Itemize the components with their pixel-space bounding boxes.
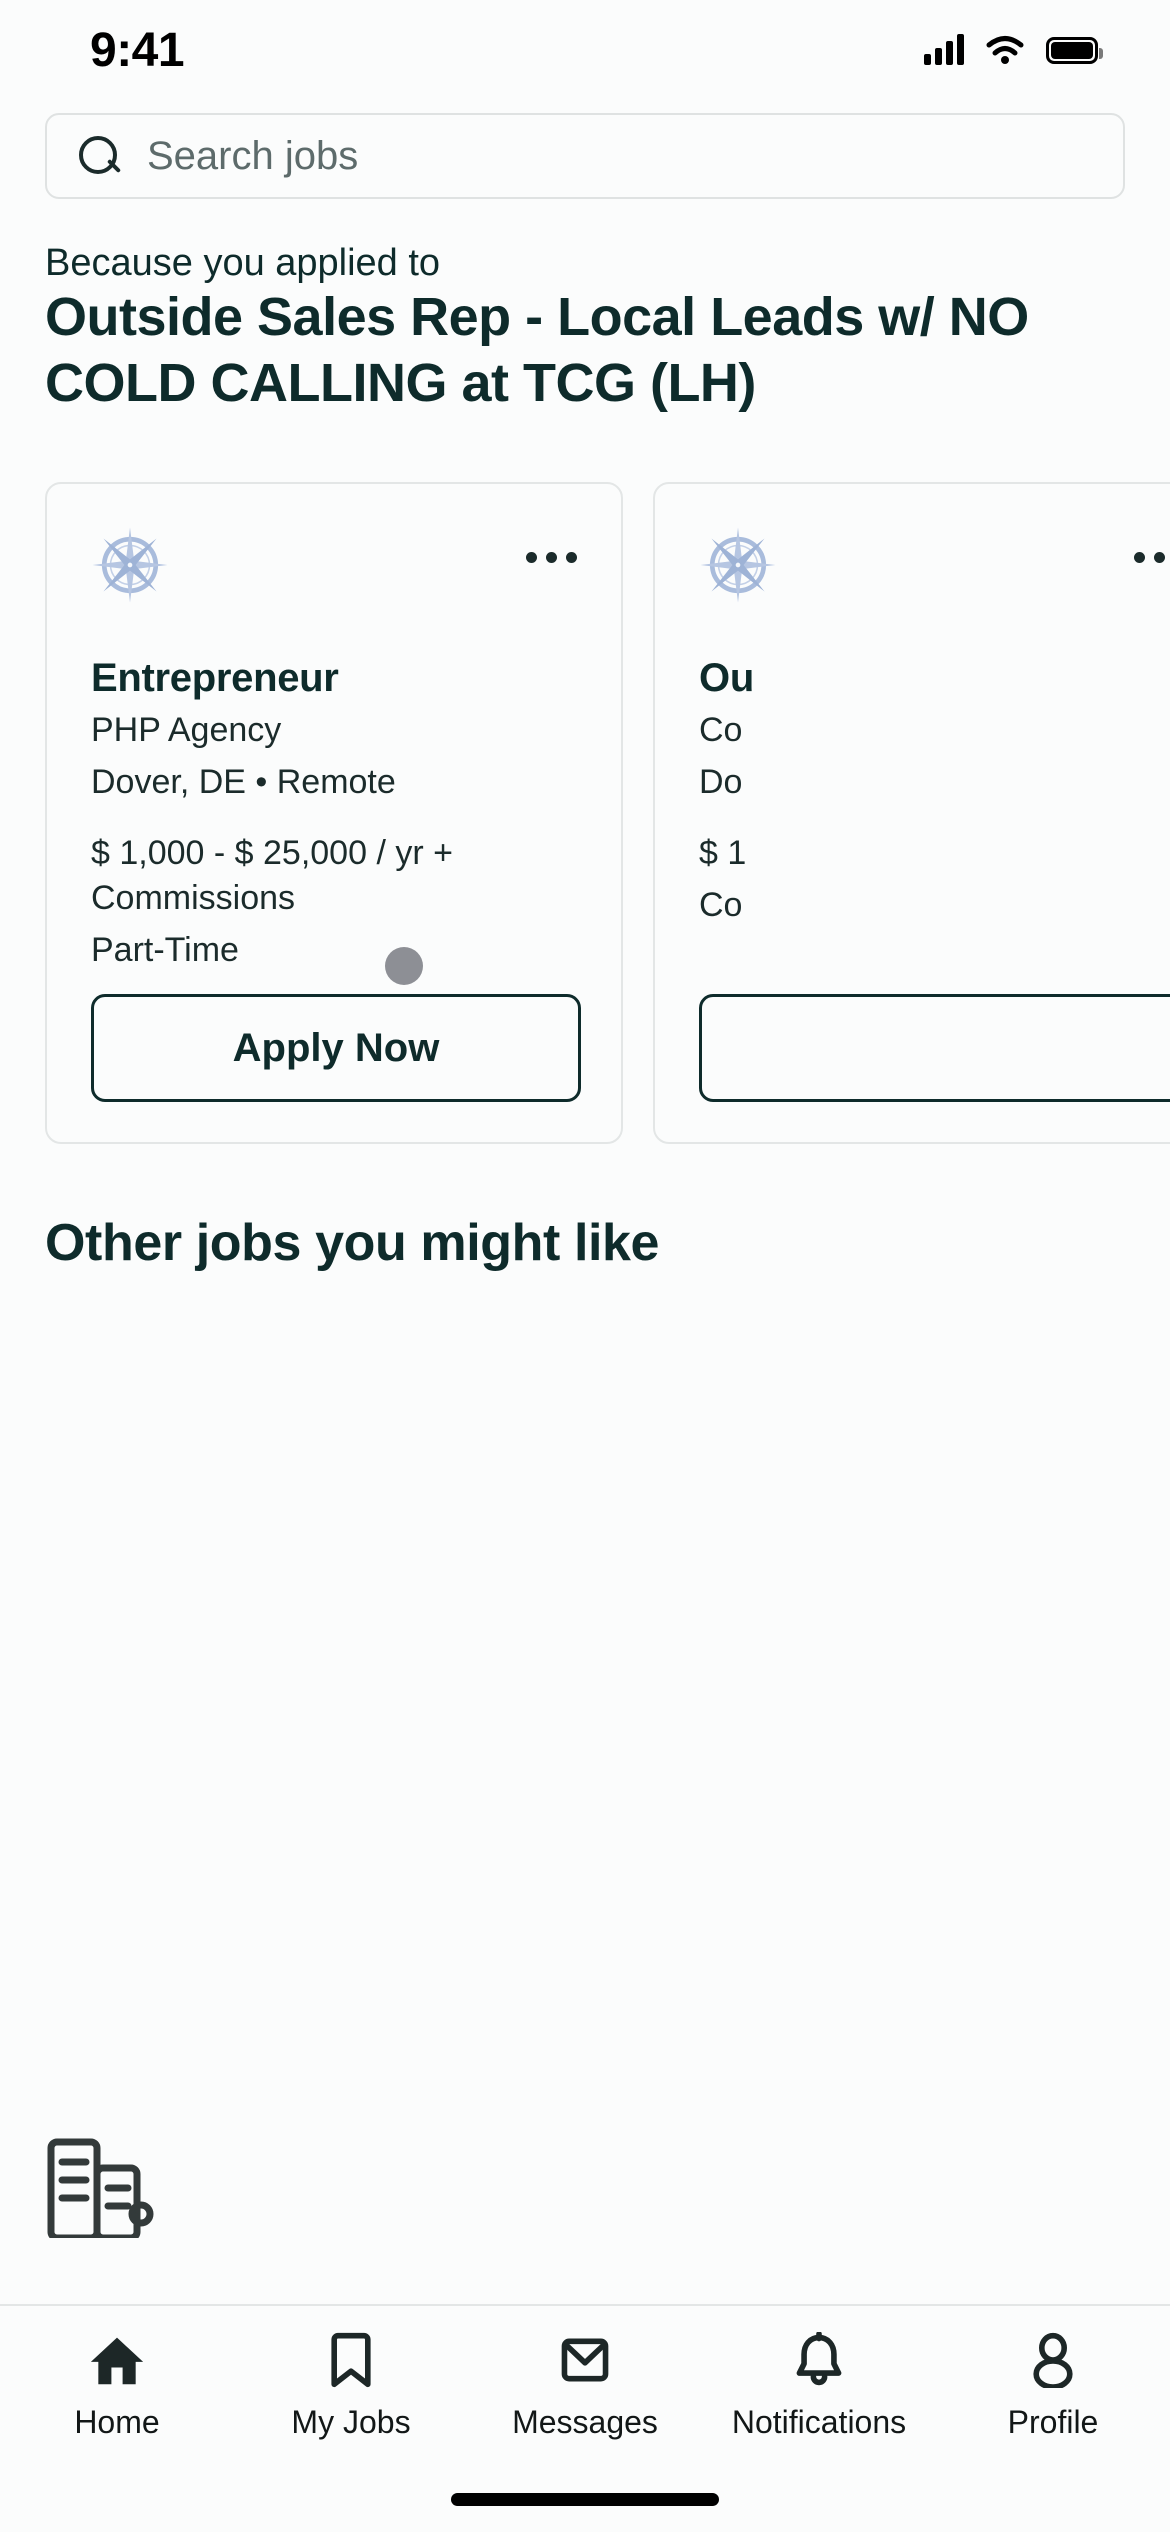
job-card-title: Entrepreneur: [91, 656, 339, 700]
wifi-icon: [986, 35, 1024, 65]
job-card-company: PHP Agency: [91, 711, 282, 749]
status-bar: 9:41: [0, 0, 1170, 100]
job-card[interactable]: Entrepreneur PHP Agency Dover, DE • Remo…: [45, 482, 623, 1144]
recommendation-job-title: Outside Sales Rep - Local Leads w/ NO CO…: [45, 287, 1029, 413]
home-indicator: [451, 2493, 719, 2506]
status-indicators: [924, 34, 1103, 65]
tab-label: Messages: [512, 2404, 658, 2440]
search-input[interactable]: Search jobs: [147, 134, 358, 179]
job-card-title: Ou: [699, 656, 754, 700]
tab-messages[interactable]: Messages: [468, 2330, 702, 2441]
touch-cursor-indicator: [385, 947, 423, 985]
status-time: 9:41: [90, 23, 185, 77]
tab-profile[interactable]: Profile: [936, 2330, 1170, 2441]
tab-notifications[interactable]: Notifications: [702, 2330, 936, 2441]
job-card-header: [699, 526, 1170, 604]
apply-now-button[interactable]: [699, 994, 1170, 1102]
building-with-person-icon: [45, 2128, 155, 2242]
job-card-location: Dover, DE • Remote: [91, 762, 396, 801]
job-carousel[interactable]: Entrepreneur PHP Agency Dover, DE • Remo…: [0, 482, 1170, 1147]
job-card-header: [91, 526, 577, 604]
bell-icon: [787, 2330, 851, 2390]
tab-label: Notifications: [731, 2404, 907, 2440]
more-options-icon[interactable]: [526, 526, 577, 563]
job-card-location: Do: [699, 762, 743, 801]
job-card-salary: $ 1: [699, 833, 747, 872]
more-options-icon[interactable]: [1134, 526, 1170, 563]
compass-rose-logo: [91, 526, 169, 604]
search-bar[interactable]: Search jobs: [45, 113, 1125, 199]
bottom-tab-bar: Home My Jobs Messages Notifications Prof…: [0, 2304, 1170, 2532]
compass-rose-logo: [699, 526, 777, 604]
job-card-salary: $ 1,000 - $ 25,000 / yr + Commissions: [91, 833, 453, 917]
recommendation-eyebrow: Because you applied to: [45, 242, 441, 284]
apply-now-button[interactable]: Apply Now: [91, 994, 581, 1102]
home-icon: [85, 2330, 149, 2390]
search-icon: [77, 134, 121, 178]
other-jobs-heading: Other jobs you might like: [45, 1214, 660, 1272]
job-card-employment-type: Part-Time: [91, 930, 239, 969]
envelope-icon: [553, 2330, 617, 2390]
job-card-employment-type: Co: [699, 885, 743, 924]
job-card[interactable]: Ou Co Do $ 1 Co: [653, 482, 1170, 1144]
battery-full-icon: [1046, 36, 1103, 64]
tab-label: My Jobs: [291, 2404, 411, 2440]
tab-home[interactable]: Home: [0, 2330, 234, 2441]
app-screen: 9:41 Search jobs Because you applied to …: [0, 0, 1170, 2532]
tab-my-jobs[interactable]: My Jobs: [234, 2330, 468, 2441]
tab-label: Home: [74, 2404, 160, 2440]
job-card-company: Co: [699, 711, 743, 749]
bookmark-icon: [319, 2330, 383, 2390]
person-icon: [1021, 2330, 1085, 2390]
tab-label: Profile: [1007, 2404, 1099, 2440]
cellular-signal-icon: [924, 34, 964, 65]
